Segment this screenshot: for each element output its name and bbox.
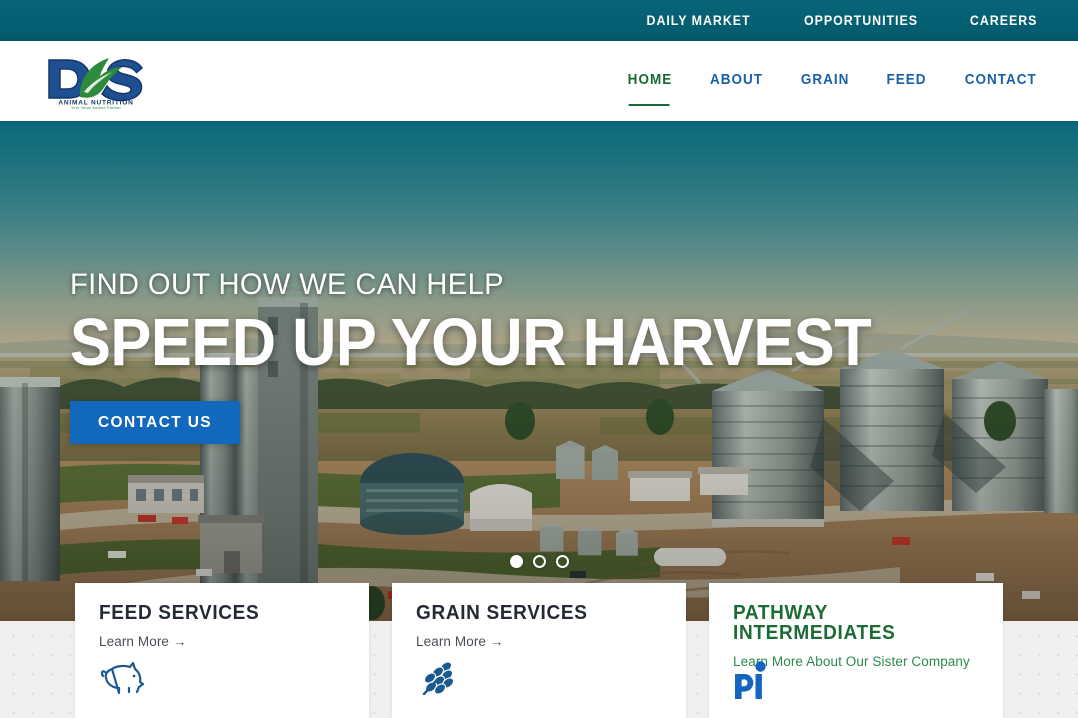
card-feed-services[interactable]: FEED SERVICES Learn More → [75,583,369,718]
carousel-dots [0,555,1078,568]
card-learn-more-link[interactable]: Learn More → [99,634,345,649]
homepage: DAILY MARKET OPPORTUNITIES CAREERS ANIMA… [0,0,1078,718]
carousel-dot-1[interactable] [509,555,523,568]
pig-icon [99,661,145,701]
nav-item-about[interactable]: ABOUT [710,72,763,90]
utility-link-careers[interactable]: CAREERS [970,13,1038,28]
carousel-dot-2[interactable] [532,555,546,568]
site-logo[interactable]: ANIMAL NUTRITION Your Value Adding Partn… [42,53,150,109]
hero-carousel: FIND OUT HOW WE CAN HELP SPEED UP YOUR H… [0,121,1078,621]
main-navigation: HOME ABOUT GRAIN FEED CONTACT [592,41,1040,121]
nav-item-feed[interactable]: FEED [887,72,927,90]
nav-item-grain[interactable]: GRAIN [801,72,850,90]
card-title: GRAIN SERVICES [416,602,588,624]
nav-item-contact[interactable]: CONTACT [965,72,1037,90]
svg-text:Your Value Adding Partner: Your Value Adding Partner [71,106,122,109]
hero-kicker: FIND OUT HOW WE CAN HELP [70,268,504,301]
card-title: FEED SERVICES [99,602,260,624]
wheat-icon [416,661,462,701]
utility-link-opportunities[interactable]: OPPORTUNITIES [804,13,918,28]
utility-bar: DAILY MARKET OPPORTUNITIES CAREERS [0,0,1078,41]
site-header: ANIMAL NUTRITION Your Value Adding Partn… [0,41,1078,121]
contact-us-button[interactable]: CONTACT US [70,400,240,444]
nav-item-home[interactable]: HOME [628,72,673,106]
card-grain-services[interactable]: GRAIN SERVICES Learn More → [392,583,686,718]
pathway-logo-icon [733,661,779,701]
card-title: PATHWAY INTERMEDIATES [733,602,896,644]
service-cards: FEED SERVICES Learn More → GRAIN SERVICE… [75,583,1003,718]
card-learn-more-link[interactable]: Learn More → [416,634,662,649]
svg-text:ANIMAL NUTRITION: ANIMAL NUTRITION [58,100,133,107]
hero-content: FIND OUT HOW WE CAN HELP SPEED UP YOUR H… [70,270,946,444]
card-pathway-intermediates[interactable]: PATHWAY INTERMEDIATES Learn More About O… [709,583,1003,718]
hero-title: SPEED UP YOUR HARVEST [70,305,872,380]
utility-link-daily-market[interactable]: DAILY MARKET [646,13,750,28]
carousel-dot-3[interactable] [555,555,569,568]
